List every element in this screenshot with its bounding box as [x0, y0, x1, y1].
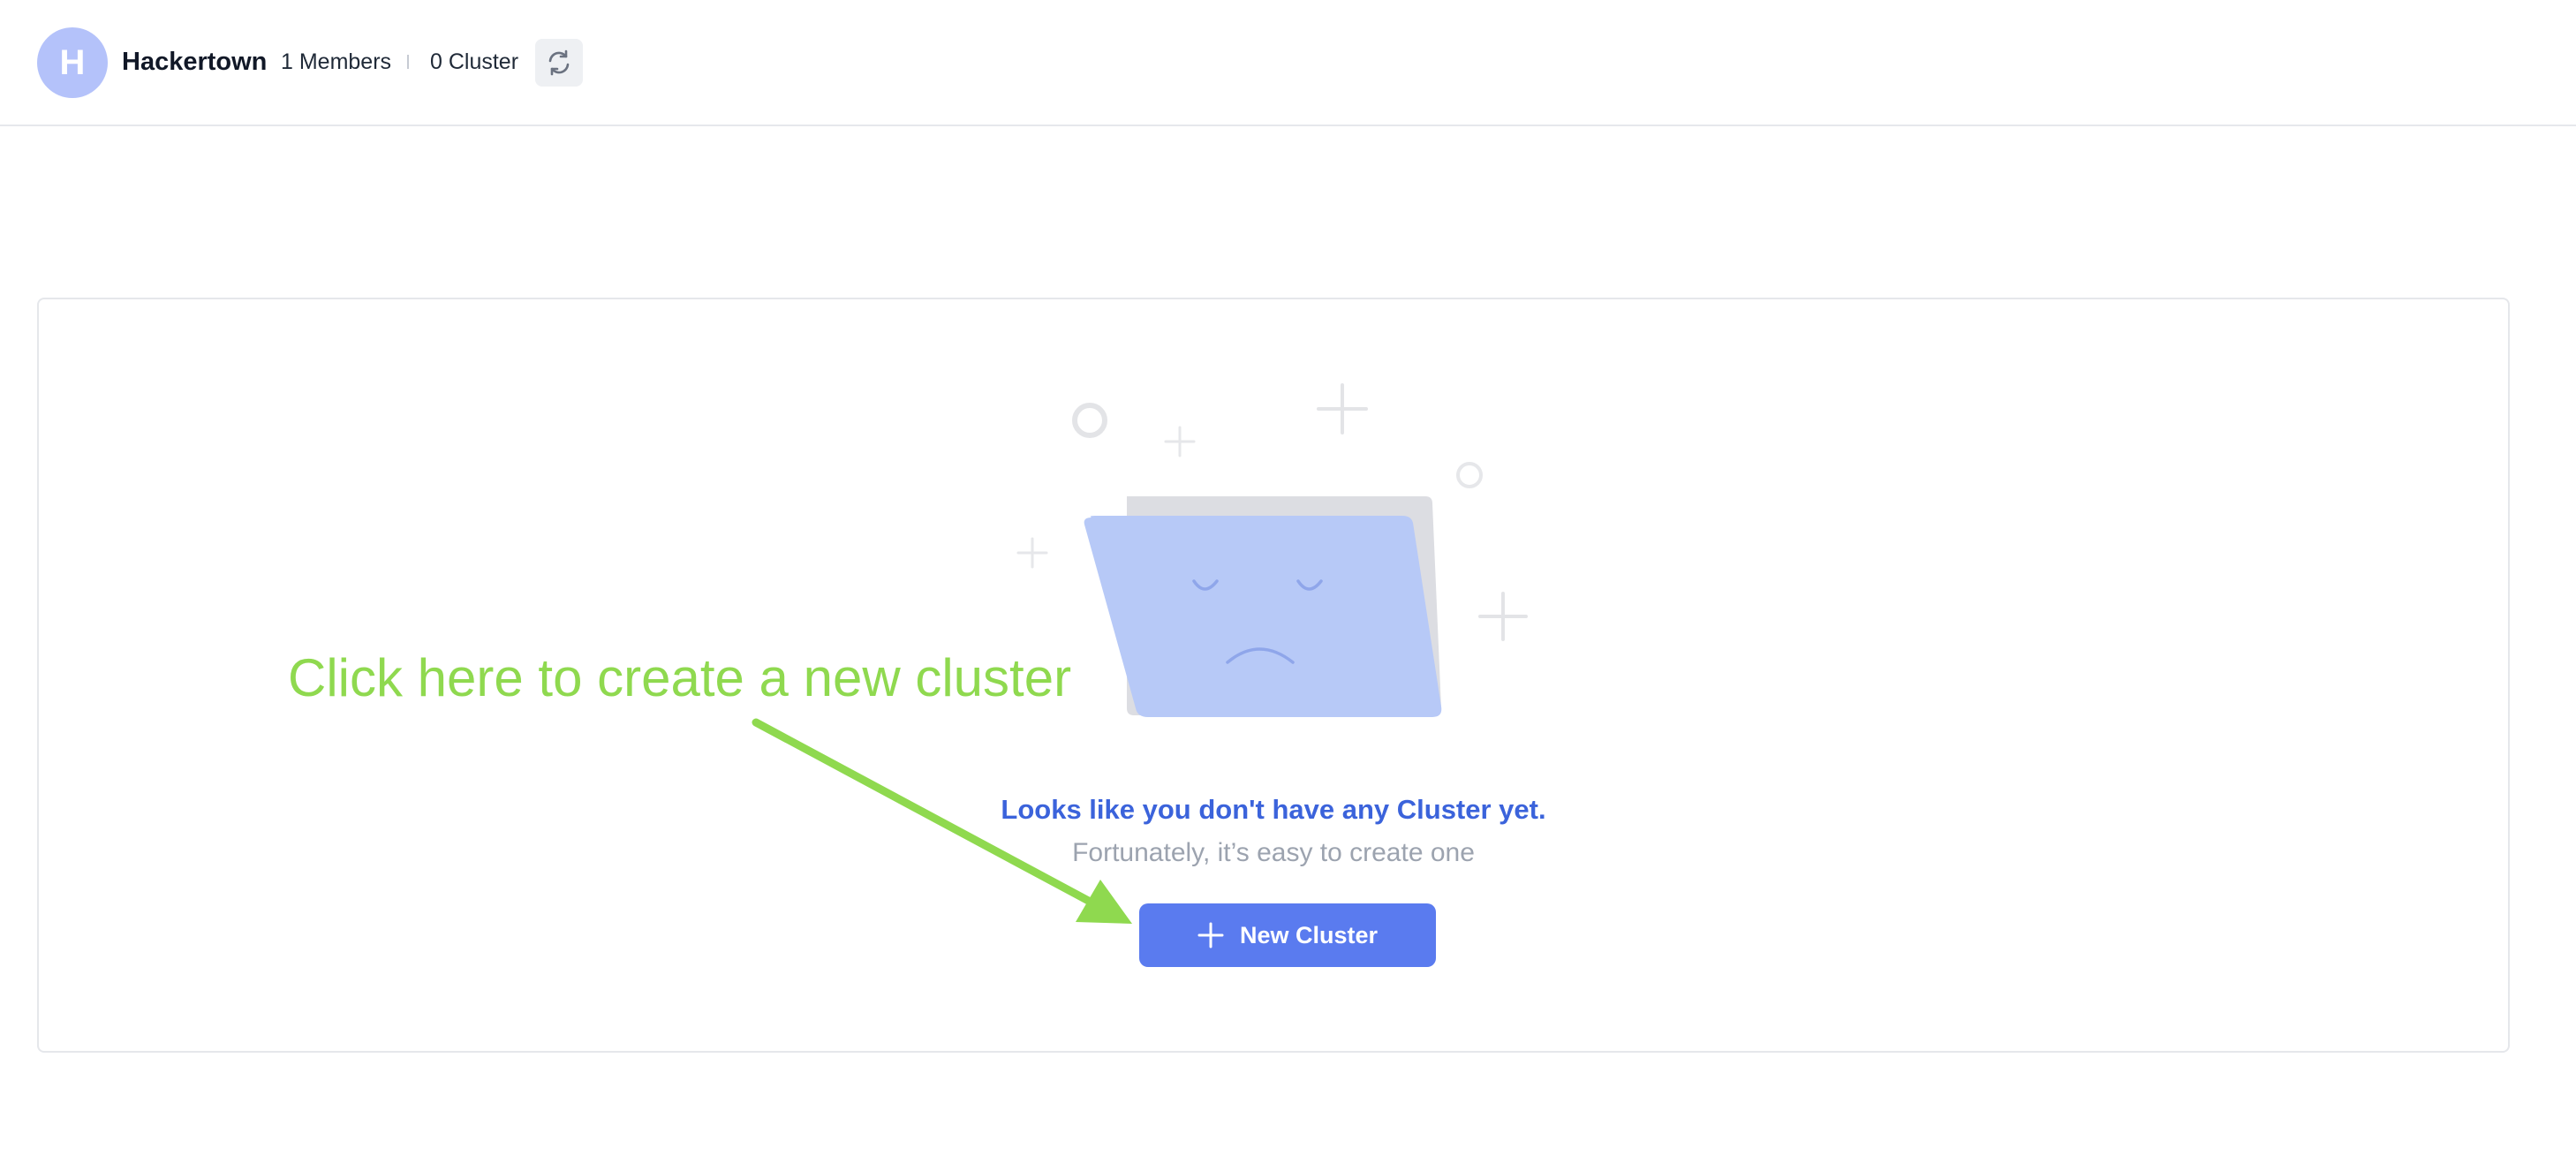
circle-decoration: [1072, 403, 1107, 438]
sad-folder-illustration: [1016, 383, 1528, 717]
empty-state-title: Looks like you don't have any Cluster ye…: [1001, 794, 1546, 825]
top-header: H Hackertown 1 Members 0 Cluster: [0, 0, 2576, 126]
refresh-button[interactable]: [535, 39, 583, 87]
new-cluster-button-label: New Cluster: [1239, 921, 1379, 948]
sparkle-decoration: [1164, 426, 1196, 457]
annotation-label: Click here to create a new cluster: [288, 648, 1072, 707]
circle-decoration: [1456, 462, 1483, 488]
organization-name: Hackertown: [122, 48, 268, 76]
empty-state-subtitle: Fortunately, it’s easy to create one: [1072, 838, 1475, 867]
plus-icon: [1197, 922, 1224, 948]
sparkle-decoration: [1317, 383, 1368, 434]
sparkle-decoration: [1016, 537, 1048, 569]
folder-front: [1084, 516, 1442, 717]
members-count: 1 Members: [281, 49, 392, 74]
cluster-count: 0 Cluster: [430, 49, 519, 74]
avatar[interactable]: H: [37, 27, 108, 98]
sparkle-decoration: [1478, 592, 1528, 641]
refresh-icon: [548, 49, 570, 76]
new-cluster-button[interactable]: New Cluster: [1139, 903, 1436, 967]
divider: [407, 55, 409, 69]
